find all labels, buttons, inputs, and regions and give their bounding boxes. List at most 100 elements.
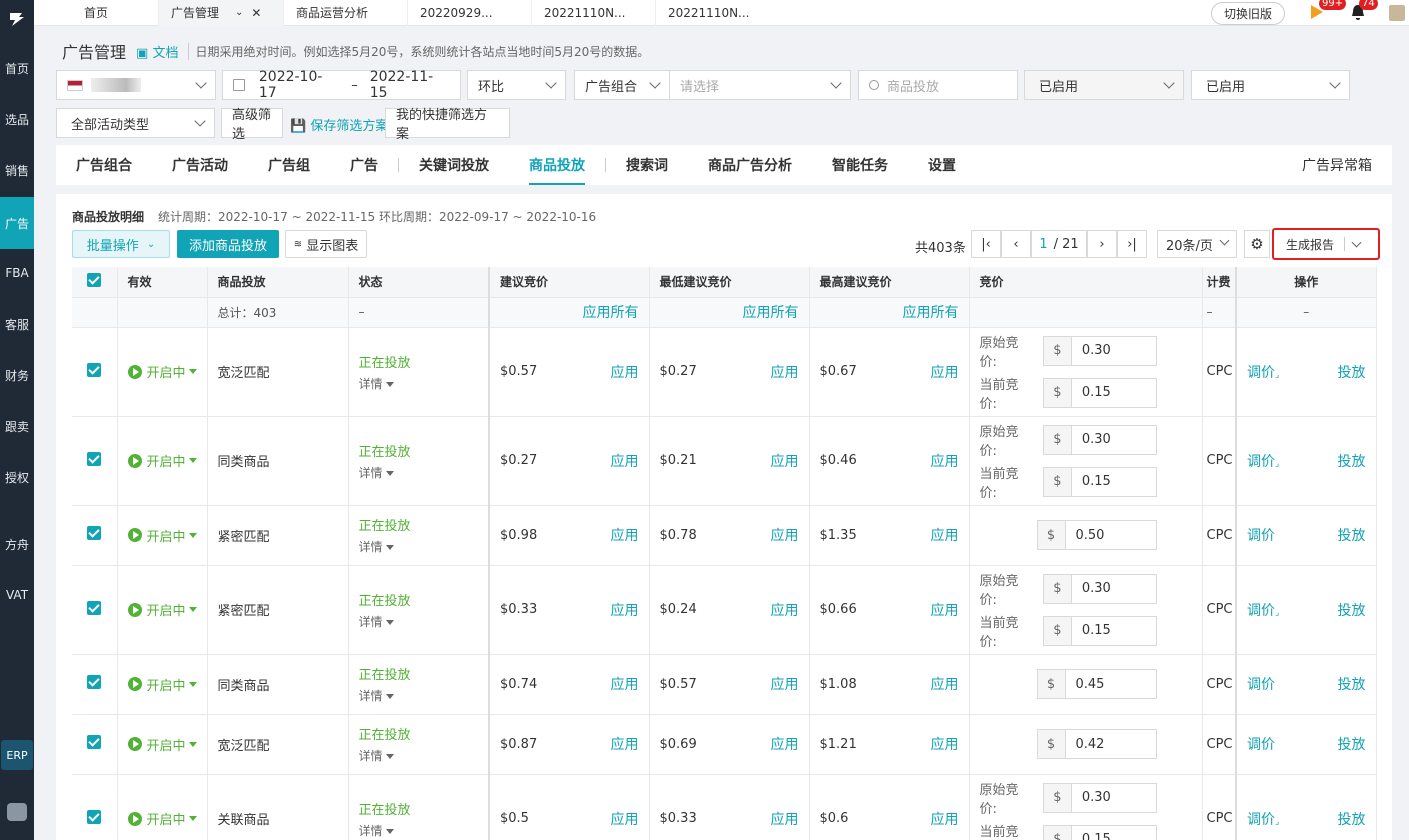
tab-search-term[interactable]: 搜索词 [606,145,688,185]
top-tab-home[interactable]: 首页 [34,0,159,26]
apply-max-button[interactable]: 应用 [931,674,959,694]
enabled-toggle[interactable]: 开启中 [127,362,197,381]
apply-suggested-button[interactable]: 应用 [611,734,639,754]
detail-dropdown[interactable]: 详情 [359,538,479,555]
row-checkbox[interactable] [87,526,102,540]
top-tab-analysis[interactable]: 商品运营分析 [284,0,408,26]
first-page-button[interactable]: |‹ [971,230,1001,258]
tab-product-analysis[interactable]: 商品广告分析 [688,145,812,185]
current-bid-input[interactable]: $0.15 [1042,377,1157,408]
anomaly-box-link[interactable]: 广告异常箱 [1302,145,1372,185]
apply-min-button[interactable]: 应用 [771,734,799,754]
top-tab-ads[interactable]: 广告管理 ⌄ ✕ [159,0,284,26]
detail-dropdown[interactable]: 详情 [359,822,479,839]
tab-campaign[interactable]: 广告活动 [152,145,248,185]
apply-min-button[interactable]: 应用 [771,451,799,471]
bell-icon[interactable]: 74 [1349,0,1378,23]
adjust-bid-button[interactable]: 调价⌟ [1247,362,1279,382]
top-tab-4[interactable]: 20221110N... [532,0,656,26]
activity-type-select[interactable]: 全部活动类型 [56,108,215,138]
apply-max-button[interactable]: 应用 [931,809,959,829]
deliver-button[interactable]: 投放 [1338,734,1366,754]
detail-dropdown[interactable]: 详情 [359,747,479,764]
detail-dropdown[interactable]: 详情 [359,613,479,630]
apply-max-button[interactable]: 应用 [931,362,959,382]
apply-max-button[interactable]: 应用 [931,451,959,471]
apply-max-button[interactable]: 应用 [931,734,959,754]
sidebar-item-auth[interactable]: 授权 [0,457,34,497]
avatar[interactable] [1389,5,1405,21]
row-checkbox[interactable] [87,451,102,466]
apply-suggested-button[interactable]: 应用 [611,362,639,382]
row-checkbox[interactable] [87,809,102,824]
tab-settings[interactable]: 设置 [908,145,976,185]
apply-suggested-button[interactable]: 应用 [611,674,639,694]
top-tab-5[interactable]: 20221110N... [656,0,780,26]
current-bid-input[interactable]: $0.45 [1036,669,1157,699]
show-chart-button[interactable]: ≋ 显示图表 [285,230,367,258]
apply-min-button[interactable]: 应用 [771,674,799,694]
detail-dropdown[interactable]: 详情 [359,687,479,704]
save-scheme-button[interactable]: 💾 保存筛选方案 [290,115,388,134]
current-bid-input[interactable]: $0.42 [1036,729,1157,759]
sidebar-item-ark[interactable]: 方舟 [0,524,34,564]
gear-icon[interactable]: ⚙ [1244,230,1270,258]
deliver-button[interactable]: 投放 [1338,809,1366,829]
tab-product-targeting[interactable]: 商品投放 [509,145,605,185]
sidebar-item-fba[interactable]: FBA [0,253,34,293]
row-checkbox[interactable] [87,735,102,749]
apply-suggested-button[interactable]: 应用 [611,600,639,620]
search-input[interactable]: 商品投放 [858,70,1018,100]
flag-icon[interactable]: 99+ [1309,0,1347,23]
apply-min-button[interactable]: 应用 [771,525,799,545]
tab-smart-task[interactable]: 智能任务 [812,145,908,185]
add-target-button[interactable]: 添加商品投放 [177,230,279,258]
current-bid-input[interactable]: $0.15 [1042,615,1157,646]
bulk-action-button[interactable]: 批量操作 ⌄ [72,230,170,258]
next-page-button[interactable]: › [1087,230,1117,258]
row-checkbox[interactable] [87,362,102,377]
apply-suggested-button[interactable]: 应用 [611,451,639,471]
apply-all-max[interactable]: 应用所有 [903,305,959,321]
current-bid-input[interactable]: $0.15 [1042,466,1157,497]
adjust-bid-button[interactable]: 调价⌟ [1247,809,1279,829]
status-select-1[interactable]: 已启用 [1024,70,1184,100]
original-bid-input[interactable]: $0.30 [1042,335,1157,366]
apply-suggested-button[interactable]: 应用 [611,525,639,545]
compare-select[interactable]: 环比 [467,70,566,100]
apply-min-button[interactable]: 应用 [771,362,799,382]
original-bid-input[interactable]: $0.30 [1042,782,1157,813]
advanced-filter-button[interactable]: 高级筛选 [221,108,283,142]
prev-page-button[interactable]: ‹ [1001,230,1031,258]
adjust-bid-button[interactable]: 调价 [1247,734,1275,754]
adjust-bid-button[interactable]: 调价⌟ [1247,600,1279,620]
tab-portfolio[interactable]: 广告组合 [56,145,152,185]
deliver-button[interactable]: 投放 [1338,674,1366,694]
deliver-button[interactable]: 投放 [1338,451,1366,471]
erp-button[interactable]: ERP [1,740,33,770]
generate-report-button[interactable]: 生成报告 [1272,228,1380,260]
apply-all-suggested[interactable]: 应用所有 [583,305,639,321]
chevron-down-icon[interactable] [1351,237,1362,247]
tab-ad[interactable]: 广告 [330,145,398,185]
enabled-toggle[interactable]: 开启中 [127,809,197,828]
sidebar-item-ads[interactable]: 广告 [0,197,34,249]
sidebar-item-finance[interactable]: 财务 [0,355,34,395]
last-page-button[interactable]: ›| [1117,230,1147,258]
portfolio-type-select[interactable]: 广告组合 [574,70,670,100]
tab-adgroup[interactable]: 广告组 [248,145,330,185]
sidebar-item-follow[interactable]: 跟卖 [0,406,34,446]
apply-min-button[interactable]: 应用 [771,600,799,620]
switch-old-version-button[interactable]: 切换旧版 [1210,1,1285,25]
enabled-toggle[interactable]: 开启中 [127,675,197,694]
chevron-down-icon[interactable]: ⌄ [235,7,243,18]
row-checkbox[interactable] [87,600,102,615]
sidebar-item-service[interactable]: 客服 [0,304,34,344]
apply-suggested-button[interactable]: 应用 [611,809,639,829]
marketplace-select[interactable] [56,70,216,100]
apply-max-button[interactable]: 应用 [931,600,959,620]
doc-link[interactable]: ▣ 文档 [136,42,178,61]
tab-keyword[interactable]: 关键词投放 [399,145,509,185]
page-size-select[interactable]: 20条/页 [1157,230,1237,258]
apply-all-min[interactable]: 应用所有 [743,305,799,321]
